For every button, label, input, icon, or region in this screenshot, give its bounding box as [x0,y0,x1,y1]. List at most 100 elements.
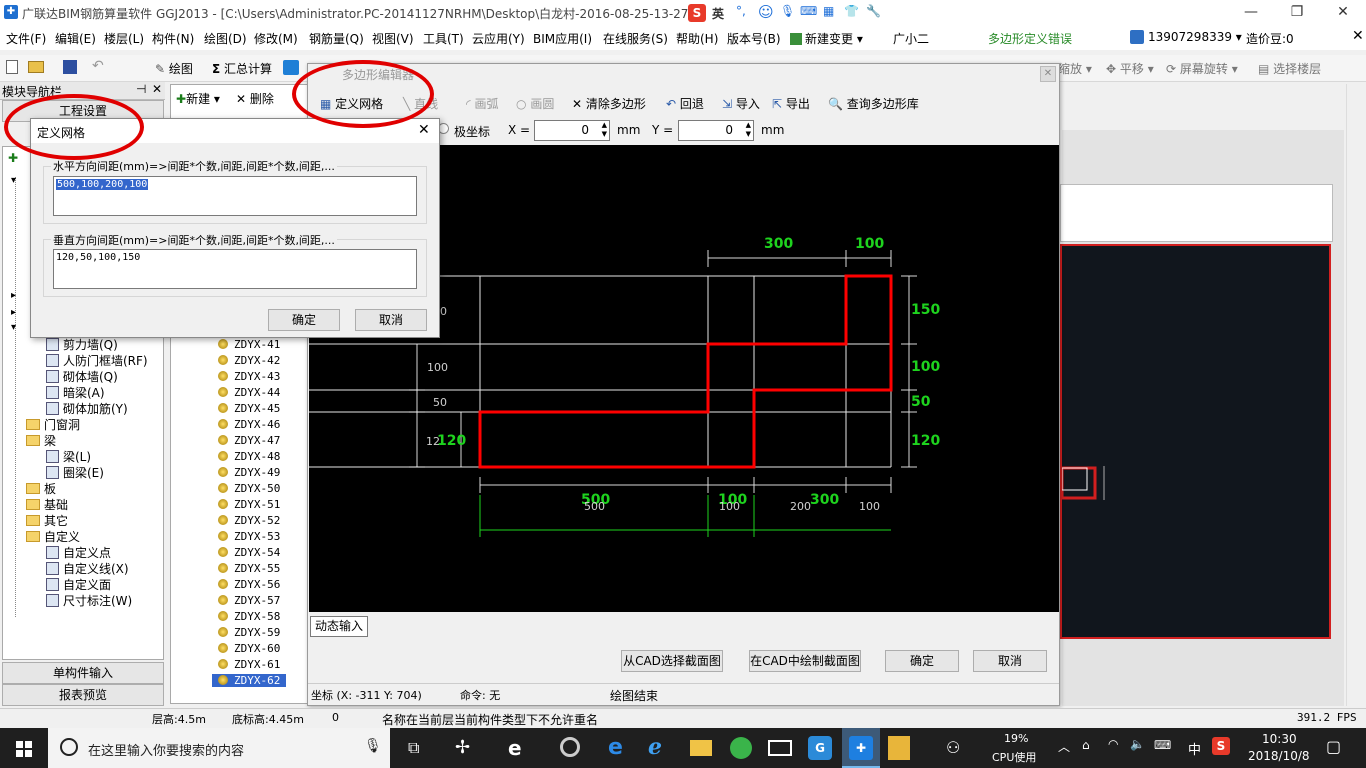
glodon-active-app-icon[interactable]: ✚ [842,728,880,768]
menu-floor[interactable]: 楼层(L) [104,30,144,47]
tree-item[interactable]: 基础 [26,496,68,513]
wrench-icon[interactable]: 🔧 [866,4,881,18]
save-icon[interactable] [63,60,77,74]
grid-ok-button[interactable]: 确定 [268,309,340,331]
mail-icon[interactable] [768,740,792,756]
add-icon[interactable]: ✚ [8,151,18,165]
tree-item[interactable]: 人防门框墙(RF) [46,352,148,369]
task-view-icon[interactable]: ⧉ [408,738,419,758]
fan-app-icon[interactable]: ✢ [455,737,470,758]
people-icon[interactable]: ⚇ [946,738,960,757]
tree-item[interactable]: 门窗洞 [26,416,80,433]
component-list-item[interactable]: ZDYX-41 [218,338,280,351]
query-polygon-library-button[interactable]: 🔍 查询多边形库 [828,95,919,112]
notepad-app-icon[interactable] [888,736,910,760]
tree-item[interactable]: 砌体加筋(Y) [46,400,128,417]
menu-assistant[interactable]: 广小二 [893,30,929,47]
keyboard-tray-icon[interactable]: ⌨ [1154,738,1171,752]
export-button[interactable]: ⇱ 导出 [772,95,810,112]
component-list-item[interactable]: ZDYX-44 [218,386,280,399]
component-list-item[interactable]: ZDYX-51 [218,498,280,511]
sogou-tray-icon[interactable]: S [1212,737,1230,755]
tray-chevron-icon[interactable]: ︿ [1058,738,1070,755]
component-list-item[interactable]: ZDYX-43 [218,370,280,383]
new-file-icon[interactable] [6,60,18,74]
tree-item[interactable]: 剪力墙(Q) [46,336,118,353]
tree-item[interactable]: 圈梁(E) [46,464,104,481]
green-app-icon[interactable] [730,737,752,759]
pin-icon[interactable]: ⊣ [136,82,146,96]
restore-button[interactable]: ❐ [1274,0,1320,26]
menu-file[interactable]: 文件(F) [6,30,46,47]
zoom-button[interactable]: 缩放 ▾ [1058,60,1092,77]
tree-item[interactable]: 尺寸标注(W) [46,592,132,609]
circle-button[interactable]: ○ 画圆 [516,95,554,112]
volume-icon[interactable]: 🔈 [1130,737,1145,751]
menu-component[interactable]: 构件(N) [152,30,194,47]
notification-icon[interactable]: ▢ [1326,737,1341,756]
menu-draw[interactable]: 绘图(D) [204,30,247,47]
dialog-close-icon[interactable]: ✕ [418,122,430,138]
single-component-input-button[interactable]: 单构件输入 [2,662,164,684]
horizontal-spacing-input[interactable]: 500,100,200,100 [53,176,417,216]
tree-item[interactable]: 砌体墙(Q) [46,368,118,385]
component-list-item[interactable]: ZDYX-52 [218,514,280,527]
component-list-item[interactable]: ZDYX-45 [218,402,280,415]
mic-icon[interactable]: 🎙 [364,738,382,754]
menu-bim[interactable]: BIM应用(I) [533,30,592,47]
component-list-item[interactable]: ZDYX-59 [218,626,280,639]
tree-item[interactable]: 自定义面 [46,576,111,593]
draw-button[interactable]: ✎ 绘图 [155,60,193,77]
select-floor-button[interactable]: ▤ 选择楼层 [1258,60,1321,77]
menu-version[interactable]: 版本号(B) [727,30,781,47]
user-account[interactable]: 13907298339 ▾ [1130,30,1242,44]
tree-expander-3[interactable]: ▸ [11,307,16,318]
minimize-button[interactable]: — [1228,0,1274,26]
edge-icon[interactable]: e [608,735,623,760]
component-list-item[interactable]: ZDYX-46 [218,418,280,431]
pan-button[interactable]: ✥ 平移 ▾ [1106,60,1154,77]
import-button[interactable]: ⇲ 导入 [722,95,760,112]
tree-item[interactable]: 自定义线(X) [46,560,129,577]
cloud-check-icon[interactable] [283,60,299,75]
menu-tools[interactable]: 工具(T) [423,30,464,47]
clock-time[interactable]: 10:30 [1262,732,1297,746]
clock-date[interactable]: 2018/10/8 [1248,749,1310,763]
keyboard-icon[interactable]: ⌨ [800,4,817,18]
ie-icon[interactable]: ℯ [648,735,662,760]
tree-expander-1[interactable]: ▾ [11,175,16,186]
editor-cancel-button[interactable]: 取消 [973,650,1047,672]
menu-online[interactable]: 在线服务(S) [603,30,668,47]
menu-modify[interactable]: 修改(M) [254,30,298,47]
draw-in-cad-button[interactable]: 在CAD中绘制截面图 [749,650,861,672]
toolbox-icon[interactable]: ▦ [823,4,834,18]
y-spinner[interactable]: ▲ ▼ [746,121,751,139]
glodon-g-icon[interactable]: G [808,736,832,760]
tree-item[interactable]: 自定义点 [46,544,111,561]
sogou-icon[interactable]: S [688,4,706,22]
select-from-cad-button[interactable]: 从CAD选择截面图 [621,650,723,672]
vertical-spacing-input[interactable]: 120,50,100,150 [53,249,417,289]
component-list-item[interactable]: ZDYX-47 [218,434,280,447]
menu-help[interactable]: 帮助(H) [676,30,718,47]
tree-item[interactable]: 板 [26,480,56,497]
x-spinner[interactable]: ▲ ▼ [602,121,607,139]
skin-icon[interactable]: 👕 [844,4,859,18]
wifi-icon[interactable]: ◠ [1108,737,1118,751]
tree-item[interactable]: 暗梁(A) [46,384,105,401]
component-list-item[interactable]: ZDYX-62 [212,674,287,687]
windows-start-icon[interactable] [16,741,32,757]
x-input[interactable]: 0 ▲ ▼ [534,120,610,141]
calc-button[interactable]: Σ 汇总计算 [212,60,272,77]
dynamic-input-button[interactable]: 动态输入 [310,616,369,637]
menu-view[interactable]: 视图(V) [372,30,414,47]
report-preview-button[interactable]: 报表预览 [2,684,164,706]
editor-close-button[interactable]: ✕ [1040,66,1056,82]
component-list-item[interactable]: ZDYX-50 [218,482,280,495]
component-list-item[interactable]: ZDYX-42 [218,354,280,367]
close-button[interactable]: ✕ [1320,0,1366,26]
menu-edit[interactable]: 编辑(E) [55,30,96,47]
close-doc-icon[interactable]: ✕ [1352,28,1364,44]
tree-item[interactable]: 梁 [26,432,56,449]
component-list-item[interactable]: ZDYX-57 [218,594,280,607]
